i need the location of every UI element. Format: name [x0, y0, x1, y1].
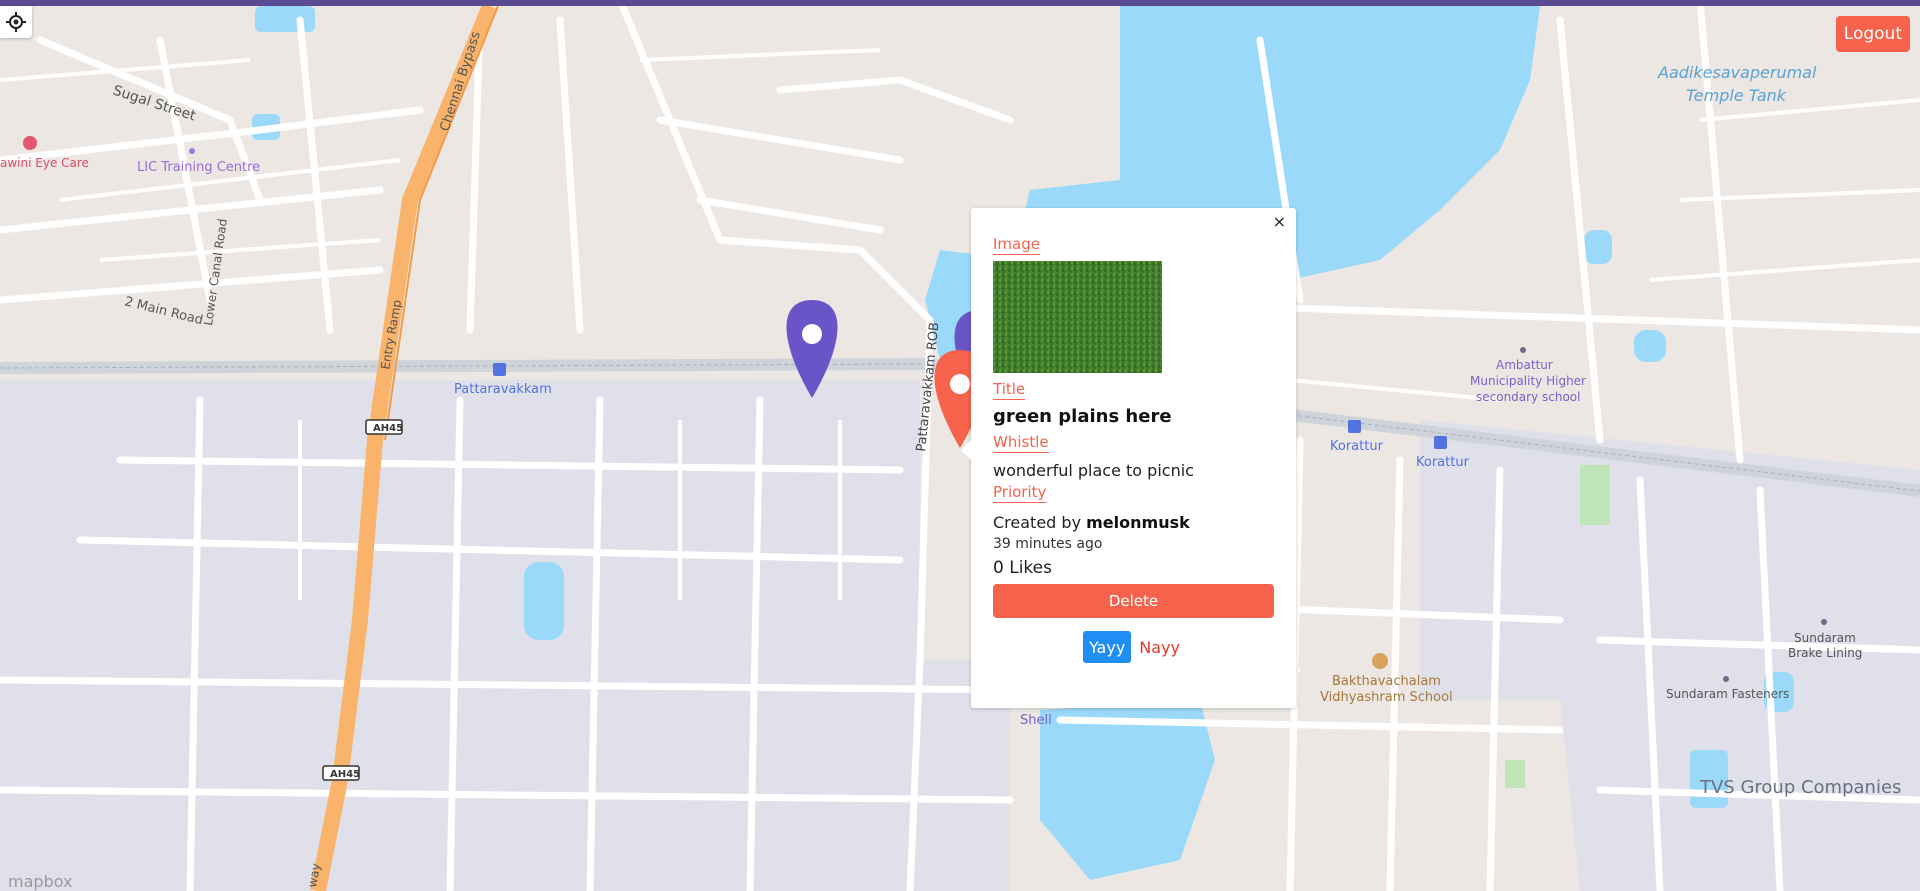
priority-label: Priority	[993, 483, 1047, 503]
map-label: Bakthavachalam	[1332, 674, 1441, 689]
timestamp: 39 minutes ago	[993, 536, 1103, 552]
logout-button[interactable]: Logout	[1835, 16, 1910, 52]
image-label: Image	[993, 235, 1040, 255]
mapbox-logo[interactable]: mapbox	[8, 872, 72, 891]
crosshair-icon	[6, 12, 26, 32]
map-label: LIC Training Centre	[137, 160, 260, 175]
map-label: Municipality Higher	[1470, 374, 1586, 388]
map-label: AH45	[330, 769, 360, 780]
yay-button[interactable]: Yayy	[1082, 631, 1132, 663]
close-icon[interactable]: ×	[1269, 210, 1290, 233]
map-label: Sundaram Fasteners	[1666, 687, 1789, 701]
likes-count: 0 Likes	[993, 558, 1052, 578]
pin-title: green plains here	[993, 406, 1172, 427]
nay-button[interactable]: Nayy	[1135, 631, 1184, 663]
map-label: Aadikesavaperumal	[1657, 63, 1817, 82]
map-label: Korattur	[1330, 439, 1384, 454]
map-label: awini Eye Care	[0, 156, 89, 170]
top-accent-bar	[0, 0, 1920, 6]
created-by: Created by melonmusk	[993, 513, 1274, 532]
created-prefix: Created by	[993, 513, 1082, 532]
map-label: Korattur	[1416, 455, 1470, 470]
map-label: AH45	[373, 423, 403, 434]
map-label: Sundaram	[1794, 631, 1856, 645]
map-label: Temple Tank	[1686, 86, 1787, 105]
grass-image	[993, 261, 1162, 373]
pin-description: wonderful place to picnic	[993, 461, 1194, 480]
title-label: Title	[993, 380, 1026, 400]
map-label: Vidhyashram School	[1320, 690, 1453, 705]
popup-tip	[961, 440, 971, 460]
delete-button[interactable]: Delete	[993, 584, 1274, 618]
author-name: melonmusk	[1086, 513, 1190, 532]
pin-popup: × Image Title green plains here Whistle …	[961, 208, 1296, 708]
map-label: secondary school	[1476, 390, 1580, 404]
map-label: Brake Lining	[1788, 646, 1862, 660]
map-label: Shell	[1020, 713, 1052, 728]
locate-button[interactable]	[0, 6, 32, 38]
whistle-label: Whistle	[993, 433, 1049, 453]
map-label: Pattaravakkam	[454, 382, 552, 397]
vote-row: Yayy Nayy	[993, 631, 1274, 663]
map-label: Ambattur	[1496, 358, 1553, 372]
map-label: TVS Group Companies	[1699, 777, 1901, 798]
map-canvas[interactable]: Sugal Street awini Eye Care LIC Training…	[0, 0, 1920, 891]
